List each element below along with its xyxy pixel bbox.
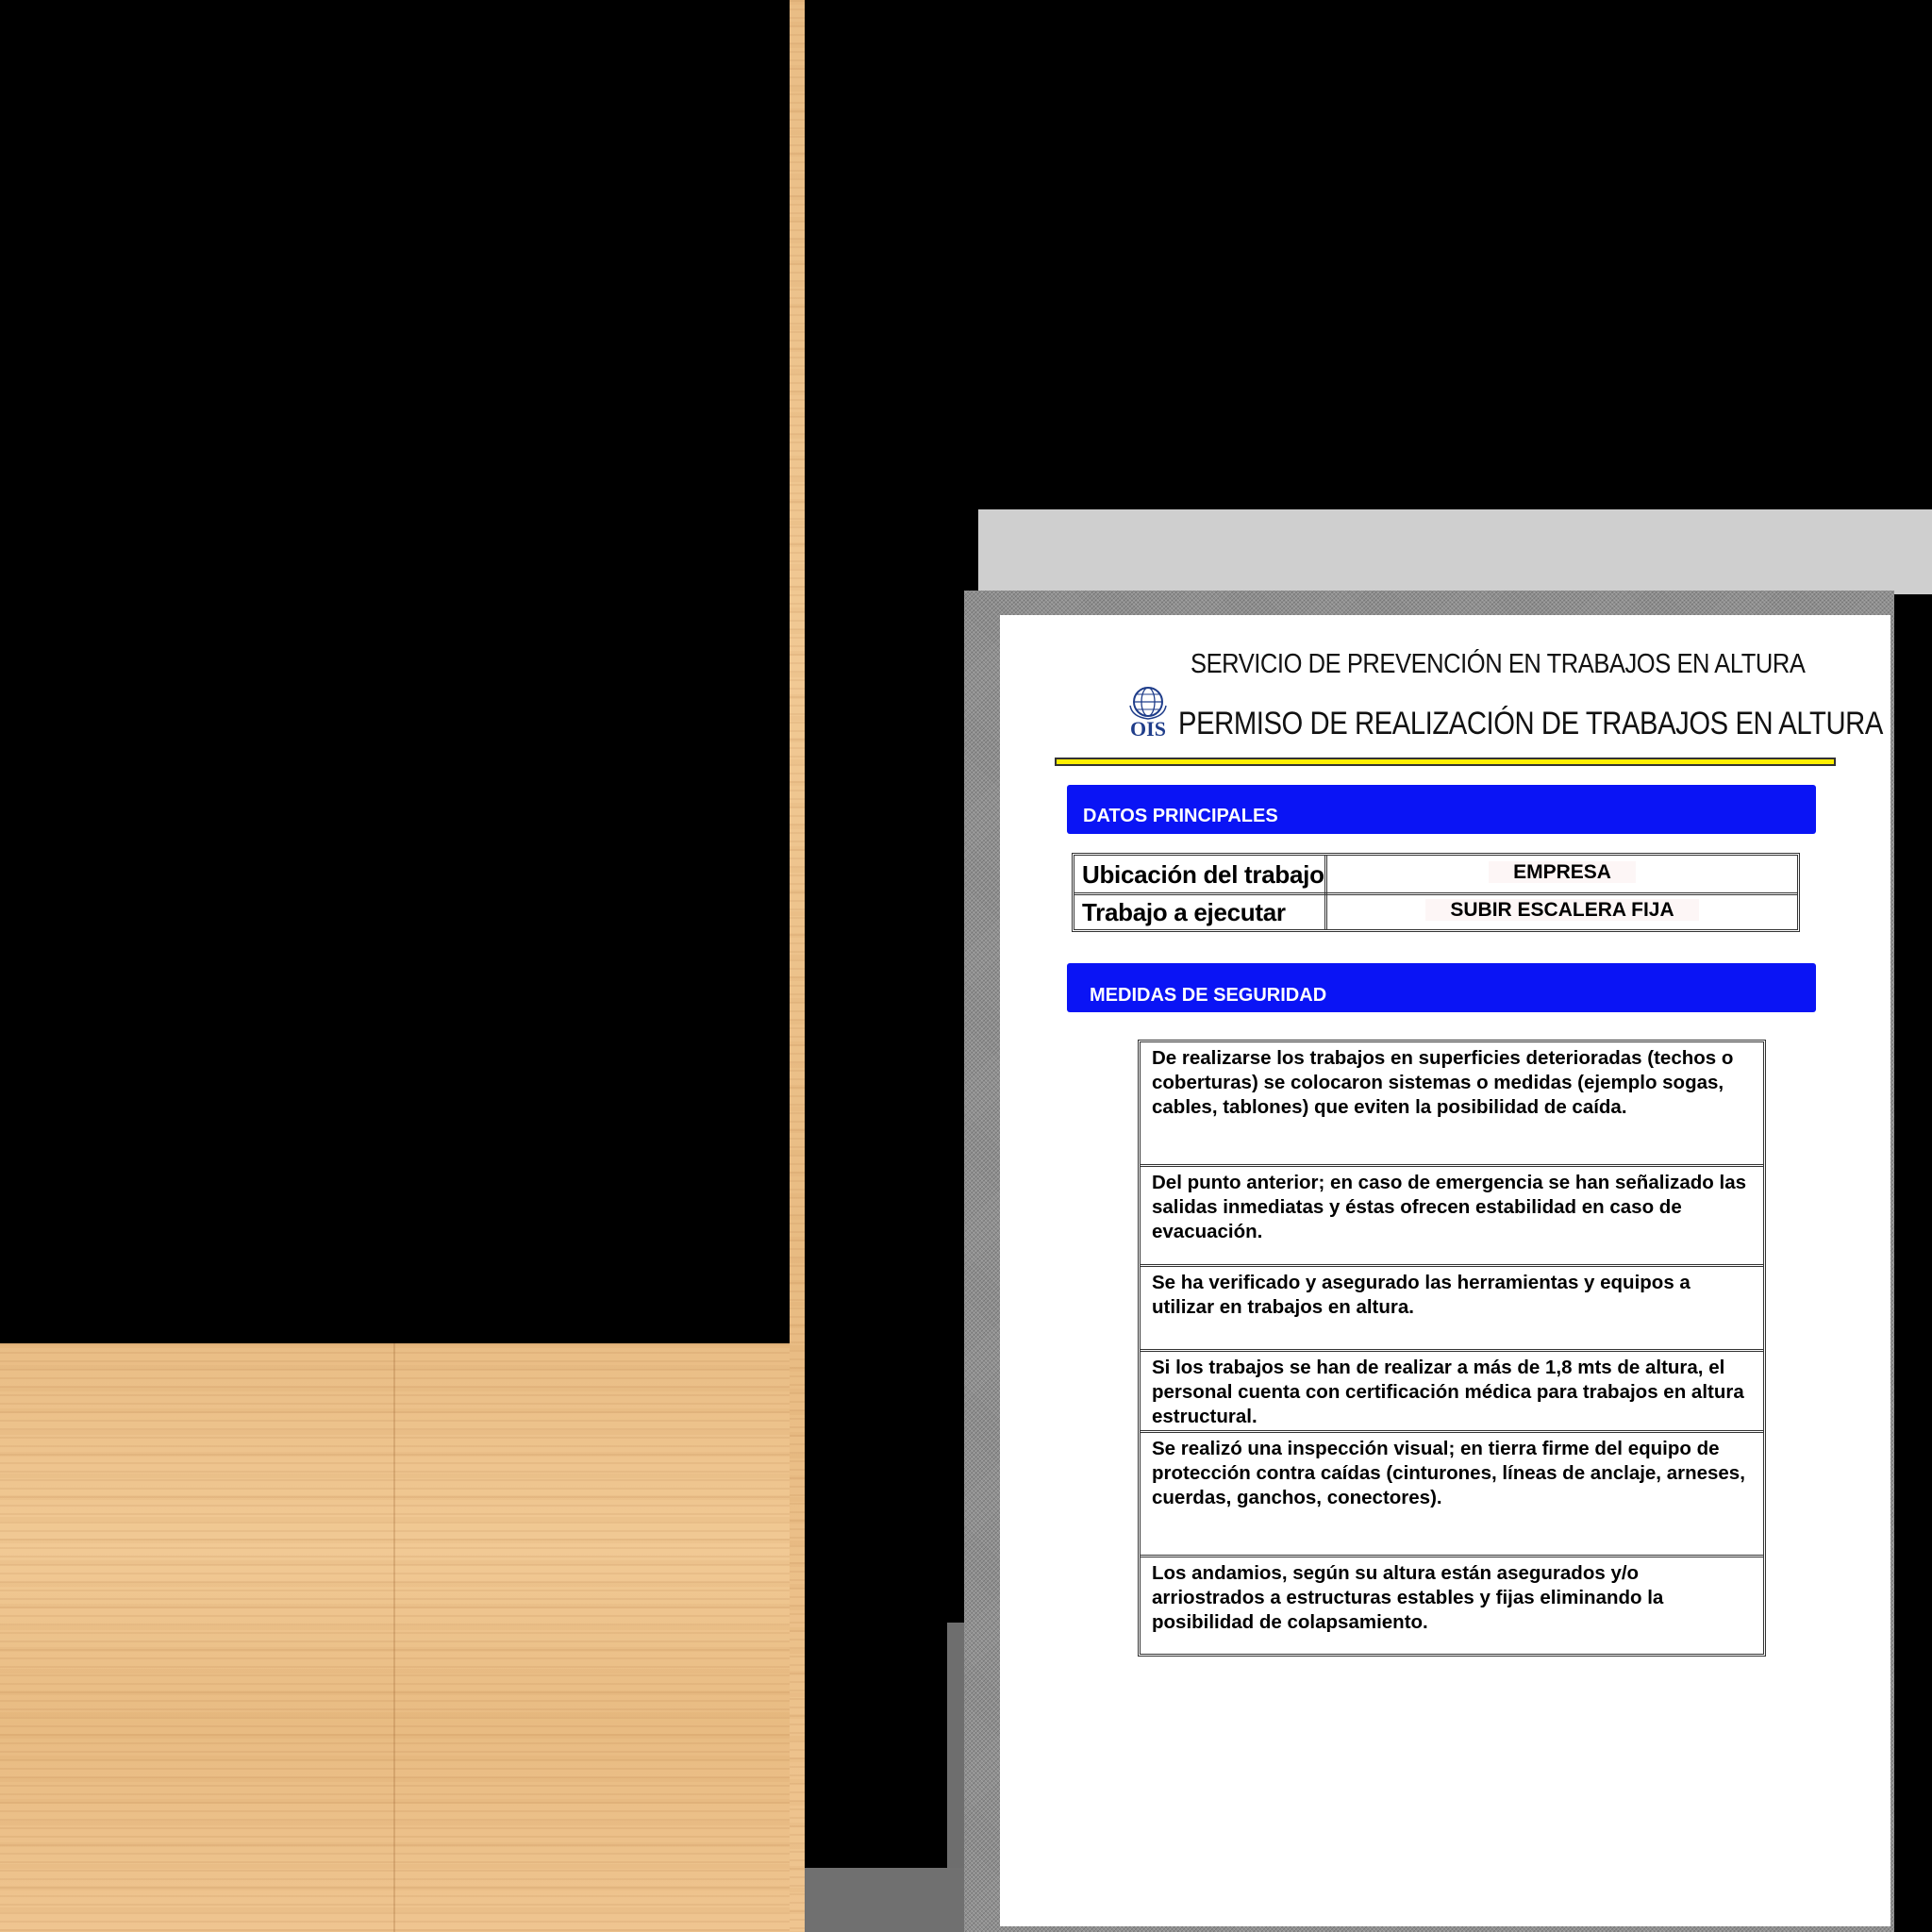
section-header-datos: DATOS PRINCIPALES	[1067, 785, 1816, 834]
row-value: SUBIR ESCALERA FIJA	[1327, 893, 1797, 930]
datos-table: Ubicación del trabajo EMPRESA Trabajo a …	[1072, 853, 1800, 932]
table-row: Se realizó una inspección visual; en tie…	[1141, 1433, 1763, 1557]
table-row: Si los trabajos se han de realizar a más…	[1141, 1352, 1763, 1433]
service-title: SERVICIO DE PREVENCIÓN EN TRABAJOS EN AL…	[1191, 649, 1806, 679]
table-row: De realizarse los trabajos en superficie…	[1141, 1042, 1763, 1167]
row-label: Trabajo a ejecutar	[1074, 893, 1327, 930]
measure-text: Se ha verificado y asegurado las herrami…	[1152, 1272, 1690, 1318]
gray-block	[978, 509, 1932, 594]
table-row: Se ha verificado y asegurado las herrami…	[1141, 1267, 1763, 1352]
measure-text: De realizarse los trabajos en superficie…	[1152, 1047, 1734, 1118]
medidas-table: De realizarse los trabajos en superficie…	[1138, 1040, 1766, 1657]
section-header-medidas: MEDIDAS DE SEGURIDAD	[1067, 963, 1816, 1012]
measure-text: Del punto anterior; en caso de emergenci…	[1152, 1172, 1747, 1242]
measure-text: Se realizó una inspección visual; en tie…	[1152, 1438, 1745, 1508]
table-row: Los andamios, según su altura están aseg…	[1141, 1557, 1763, 1654]
divider	[1055, 758, 1836, 766]
value-text: SUBIR ESCALERA FIJA	[1425, 899, 1699, 921]
logo-text: OIS	[1130, 717, 1166, 741]
measure-text: Los andamios, según su altura están aseg…	[1152, 1562, 1664, 1633]
wood-strip	[790, 0, 805, 1932]
value-text: EMPRESA	[1489, 861, 1636, 883]
permit-title: PERMISO DE REALIZACIÓN DE TRABAJOS EN AL…	[1178, 706, 1883, 741]
section-title: MEDIDAS DE SEGURIDAD	[1090, 985, 1327, 1006]
wood-seam	[393, 1343, 395, 1932]
section-title: DATOS PRINCIPALES	[1083, 806, 1278, 826]
table-row: Del punto anterior; en caso de emergenci…	[1141, 1167, 1763, 1267]
measure-text: Si los trabajos se han de realizar a más…	[1152, 1357, 1744, 1427]
table-row: Trabajo a ejecutar SUBIR ESCALERA FIJA	[1074, 893, 1797, 930]
row-label: Ubicación del trabajo	[1074, 856, 1327, 892]
gray-block	[805, 1868, 965, 1932]
table-row: Ubicación del trabajo EMPRESA	[1074, 856, 1797, 895]
row-value: EMPRESA	[1327, 856, 1797, 892]
